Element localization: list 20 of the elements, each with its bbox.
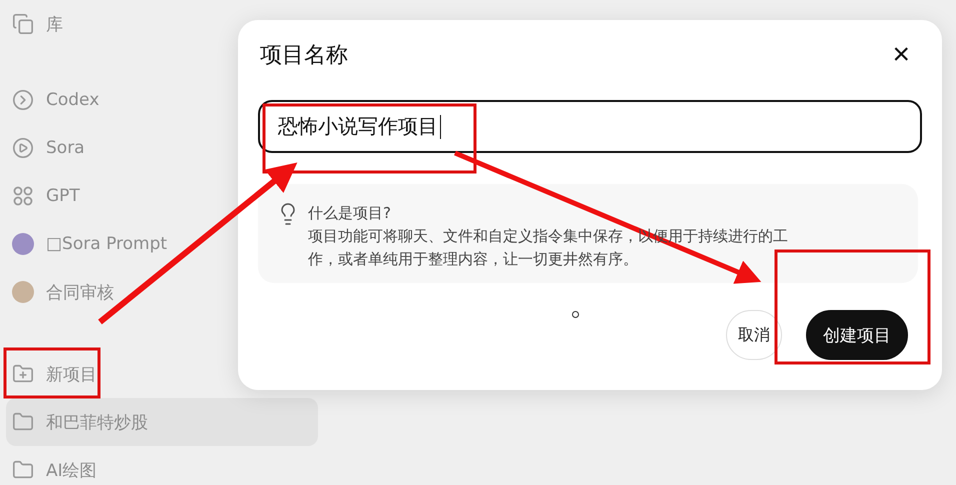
sidebar-item[interactable]: AI绘图 bbox=[6, 446, 318, 485]
folder-icon bbox=[12, 411, 34, 433]
info-title: 什么是项目? bbox=[308, 203, 392, 224]
create-button[interactable]: 创建项目 bbox=[806, 310, 908, 360]
avatar-icon bbox=[12, 233, 34, 255]
grid-icon bbox=[12, 185, 34, 207]
library-icon bbox=[12, 13, 34, 35]
sidebar-item[interactable]: 和巴菲特炒股 bbox=[6, 398, 318, 446]
sidebar-item[interactable]: 新项目 bbox=[6, 350, 318, 398]
cancel-button[interactable]: 取消 bbox=[726, 310, 782, 360]
close-button[interactable]: × bbox=[880, 40, 922, 70]
input-field[interactable]: 恐怖小说写作项目 bbox=[258, 100, 922, 153]
sidebar-item[interactable]: 合同审核 bbox=[6, 268, 318, 316]
folder-icon bbox=[12, 459, 34, 481]
terminal-icon bbox=[12, 89, 34, 111]
avatar-icon bbox=[12, 281, 34, 303]
dialog-title: 项目名称 bbox=[260, 42, 348, 70]
folder-plus-icon bbox=[12, 363, 34, 385]
dot-icon bbox=[572, 311, 579, 318]
play-icon bbox=[12, 137, 34, 159]
